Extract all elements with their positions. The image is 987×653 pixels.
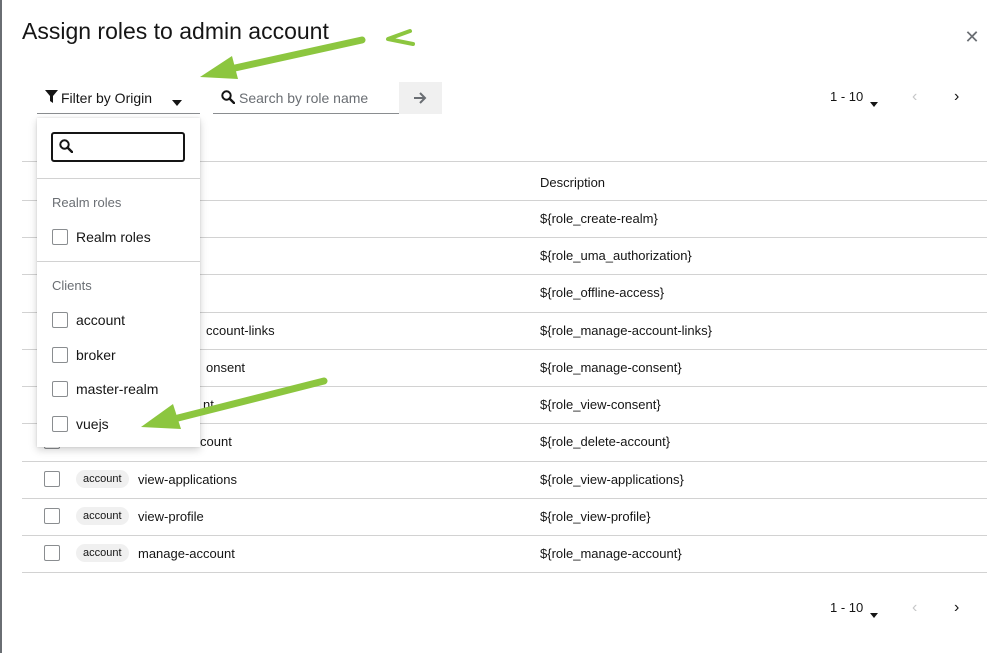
role-description: ${role_create-realm} [540, 211, 658, 226]
role-name: view-profile [138, 509, 204, 524]
filter-menu: Realm roles Realm roles Clients account … [37, 118, 200, 447]
filter-menu-search [51, 132, 185, 162]
role-search [213, 82, 399, 114]
filter-option-vuejs[interactable]: vuejs [37, 409, 200, 439]
divider [37, 178, 200, 179]
option-checkbox[interactable] [52, 347, 68, 363]
role-description: ${role_manage-account-links} [540, 323, 712, 338]
option-checkbox[interactable] [52, 312, 68, 328]
pagination-bottom: 1 - 10 ‹ › [830, 596, 970, 620]
filter-option-realm-roles[interactable]: Realm roles [37, 222, 200, 252]
window-edge [0, 0, 2, 653]
group-heading-clients: Clients [52, 278, 92, 293]
search-input[interactable] [239, 88, 394, 108]
option-label: broker [76, 347, 116, 363]
filter-by-origin-dropdown[interactable]: Filter by Origin [37, 82, 200, 114]
search-icon [59, 139, 74, 158]
option-checkbox[interactable] [52, 416, 68, 432]
role-name: ccount-links [206, 323, 275, 338]
option-label: master-realm [76, 381, 159, 397]
role-description: ${role_delete-account} [540, 434, 671, 449]
filter-icon [45, 90, 58, 109]
search-icon [221, 90, 236, 109]
caret-down-icon[interactable] [870, 605, 878, 623]
pagination-range[interactable]: 1 - 10 [830, 600, 863, 615]
role-description: ${role_offline-access} [540, 285, 665, 300]
role-name: nt [203, 397, 214, 412]
next-page-icon[interactable]: › [954, 599, 968, 617]
role-name: view-applications [138, 472, 237, 487]
filter-option-broker[interactable]: broker [37, 340, 200, 370]
search-submit-button[interactable] [399, 82, 442, 114]
caret-down-icon [172, 93, 182, 111]
divider [22, 572, 987, 573]
role-description: ${role_manage-consent} [540, 360, 682, 375]
pagination-range[interactable]: 1 - 10 [830, 89, 863, 104]
table-row: account view-profile ${role_view-profile… [22, 498, 987, 535]
role-description: ${role_view-applications} [540, 472, 684, 487]
modal-title: Assign roles to admin account [22, 18, 329, 44]
group-heading-realm-roles: Realm roles [52, 195, 122, 210]
column-header-description[interactable]: Description [540, 175, 605, 190]
previous-page-icon[interactable]: ‹ [912, 599, 926, 617]
option-checkbox[interactable] [52, 381, 68, 397]
role-description: ${role_view-profile} [540, 509, 651, 524]
table-row: account view-applications ${role_view-ap… [22, 461, 987, 498]
filter-option-account[interactable]: account [37, 305, 200, 335]
client-badge: account [76, 470, 129, 488]
filter-menu-search-input[interactable] [79, 138, 179, 156]
next-page-icon[interactable]: › [954, 88, 968, 106]
row-checkbox[interactable] [44, 471, 60, 487]
client-badge: account [76, 507, 129, 525]
table-row: account manage-account ${role_manage-acc… [22, 535, 987, 572]
client-badge: account [76, 544, 129, 562]
option-label: account [76, 312, 126, 328]
role-name: onsent [206, 360, 246, 375]
caret-down-icon[interactable] [870, 94, 878, 112]
option-checkbox[interactable] [52, 229, 68, 245]
filter-label: Filter by Origin [61, 90, 153, 106]
filter-option-master-realm[interactable]: master-realm [37, 374, 200, 404]
role-description: ${role_uma_authorization} [540, 248, 692, 263]
close-icon[interactable]: ✕ [962, 27, 982, 47]
pagination-top: 1 - 10 ‹ › [830, 85, 970, 109]
previous-page-icon[interactable]: ‹ [912, 88, 926, 106]
arrow-right-icon [414, 92, 427, 104]
row-checkbox[interactable] [44, 545, 60, 561]
role-description: ${role_view-consent} [540, 397, 661, 412]
option-label: vuejs [76, 416, 109, 432]
role-description: ${role_manage-account} [540, 546, 682, 561]
row-checkbox[interactable] [44, 508, 60, 524]
divider [37, 261, 200, 262]
option-label: Realm roles [76, 229, 151, 245]
role-name: manage-account [138, 546, 235, 561]
role-name: count [200, 434, 232, 449]
